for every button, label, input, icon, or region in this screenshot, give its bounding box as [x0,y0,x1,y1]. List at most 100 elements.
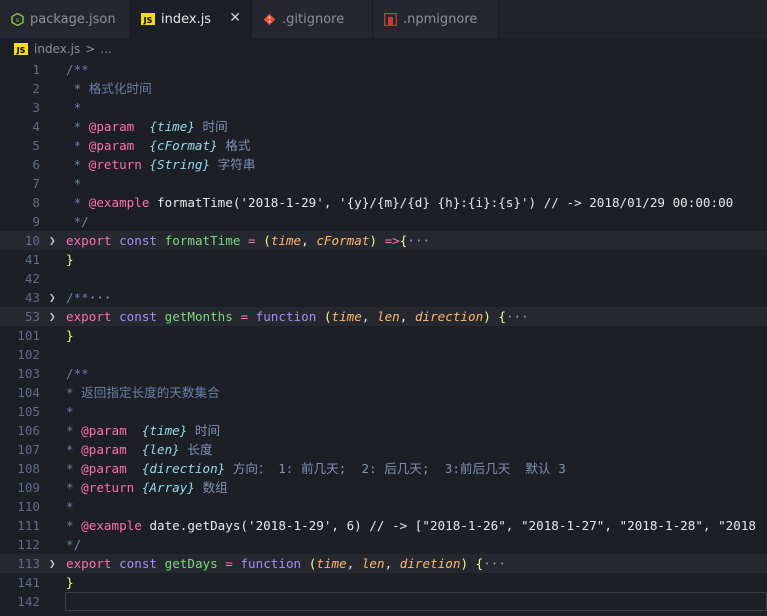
line-number: 8 [32,195,40,210]
code-line[interactable]: 43 ❯ /**··· [0,288,767,307]
code-line[interactable]: 104 * 返回指定长度的天数集合 [0,383,767,402]
line-number: 53 [24,309,40,324]
code-line[interactable]: 101} [0,326,767,345]
js-icon: JS [141,12,155,26]
svg-text:JS: JS [143,16,153,25]
line-number: 6 [32,157,40,172]
code-text: * @param {time} 时间 [66,119,228,134]
code-line[interactable]: 41} [0,250,767,269]
code-line[interactable]: 9 */ [0,212,767,231]
code-line[interactable]: 112 */ [0,535,767,554]
line-number: 1 [32,62,40,77]
line-number: 109 [17,480,40,495]
line-number: 9 [32,214,40,229]
code-line[interactable]: 108 * @param {direction} 方向： 1: 前几天; 2: 后… [0,459,767,478]
line-number: 104 [17,385,40,400]
code-text: export const formatTime = (time, cFormat… [66,233,431,248]
code-line[interactable]: 7 * [0,174,767,193]
line-number: 5 [32,138,40,153]
code-text: * @example formatTime('2018-1-29', '{y}/… [66,195,734,210]
code-text: */ [66,214,89,229]
git-icon [262,12,276,26]
fold-chevron-icon[interactable]: ❯ [49,554,56,573]
code-line[interactable]: 3 * [0,98,767,117]
line-number: 41 [24,252,40,267]
code-line[interactable]: 111 * @example date.getDays('2018-1-29', … [0,516,767,535]
code-text: * @param {time} 时间 [66,423,221,438]
code-line[interactable]: 105 * [0,402,767,421]
chevron-right-icon: > [85,42,96,56]
tab-index-js[interactable]: JS index.js ✕ [131,0,252,38]
svg-text:JS: JS [16,46,26,55]
code-line[interactable]: 141} [0,573,767,592]
code-text: /** [66,62,89,77]
code-line[interactable]: 103 /** [0,364,767,383]
code-text: } [66,252,74,267]
js-icon: JS [14,43,28,55]
code-editor[interactable]: 1/** 2 * 格式化时间 3 * 4 * @param {time} 时间 5 * … [0,60,767,616]
line-number: 42 [24,271,40,286]
code-line[interactable]: 10 ❯ export const formatTime = (time, cFor… [0,231,767,250]
line-number: 103 [17,366,40,381]
line-number: 105 [17,404,40,419]
code-text: * @return {String} 字符串 [66,157,256,172]
code-text: * @param {len} 长度 [66,442,213,457]
tab-label: .npmignore [403,11,478,27]
code-text: export const getMonths = function (time,… [66,309,529,324]
code-text: } [66,575,74,590]
code-line[interactable]: 113 ❯ export const getDays = function (tim… [0,554,767,573]
line-number: 108 [17,461,40,476]
code-line[interactable]: 53 ❯ export const getMonths = function (ti… [0,307,767,326]
code-text: * [66,499,74,514]
code-text: export const getDays = function (time, l… [66,556,506,571]
code-line[interactable]: 106 * @param {time} 时间 [0,421,767,440]
tab-bar: s package.json JS index.js ✕ .gitignore … [0,0,767,38]
npm-icon [383,12,397,26]
line-number: 110 [17,499,40,514]
code-text: * @example date.getDays('2018-1-29', 6) … [66,518,757,533]
tab-package-json[interactable]: s package.json [0,0,131,38]
code-text: /**··· [66,290,112,305]
code-line[interactable]: 6 * @return {String} 字符串 [0,155,767,174]
code-text: * [66,176,82,191]
fold-chevron-icon[interactable]: ❯ [49,307,56,326]
code-line[interactable]: 110 * [0,497,767,516]
code-text: * [66,100,82,115]
code-text: * @return {Array} 数组 [66,480,228,495]
code-text: * 格式化时间 [66,81,152,96]
fold-chevron-icon[interactable]: ❯ [49,231,56,250]
code-line[interactable]: 4 * @param {time} 时间 [0,117,767,136]
tab-gitignore[interactable]: .gitignore [252,0,373,38]
breadcrumb: JS index.js > ... [0,38,767,60]
nodejs-icon: s [10,12,24,26]
code-text: } [66,328,74,343]
line-number: 43 [24,290,40,305]
svg-text:s: s [15,17,18,24]
line-number: 3 [32,100,40,115]
code-line[interactable]: 5 * @param {cFormat} 格式 [0,136,767,155]
close-icon[interactable]: ✕ [229,11,241,25]
line-number: 7 [32,176,40,191]
line-number: 4 [32,119,40,134]
code-line[interactable]: 1 /** [0,60,767,79]
code-line[interactable]: 8 * @example formatTime('2018-1-29', '{y… [0,193,767,212]
tab-label: .gitignore [282,11,345,27]
line-number: 107 [17,442,40,457]
line-number: 113 [17,556,40,571]
code-text: * [66,404,74,419]
tab-label: index.js [161,11,212,27]
code-line[interactable]: 109 * @return {Array} 数组 [0,478,767,497]
code-line[interactable]: 42 [0,269,767,288]
breadcrumb-rest[interactable]: ... [100,42,111,56]
line-number: 102 [17,347,40,362]
code-line[interactable]: 2 * 格式化时间 [0,79,767,98]
fold-chevron-icon[interactable]: ❯ [49,288,56,307]
line-number: 10 [24,233,40,248]
line-number: 141 [17,575,40,590]
breadcrumb-file[interactable]: index.js [34,42,80,56]
tab-npmignore[interactable]: .npmignore [373,0,499,38]
line-number: 111 [17,518,40,533]
line-number: 101 [17,328,40,343]
code-line[interactable]: 102 [0,345,767,364]
code-line[interactable]: 107 * @param {len} 长度 [0,440,767,459]
